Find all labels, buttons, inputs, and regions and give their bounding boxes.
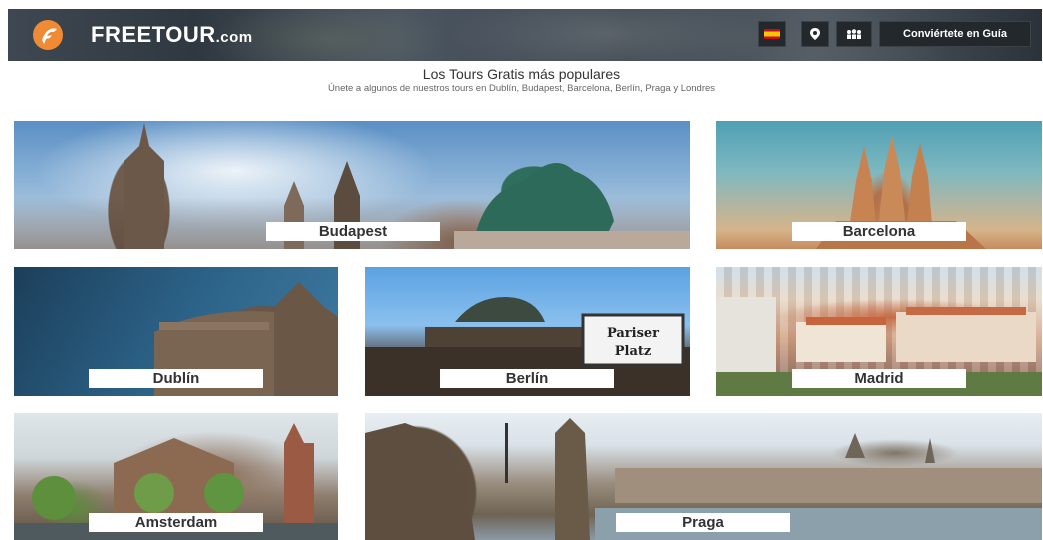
section-title: Los Tours Gratis más populares [422,66,621,82]
city-tile-amsterdam[interactable]: Amsterdam [14,413,338,540]
city-label: Dublín [89,369,263,388]
city-tile-berlin[interactable]: Pariser Platz Berlín [365,267,690,396]
city-tile-madrid[interactable]: Madrid [716,267,1042,396]
spain-flag-icon [764,29,780,39]
city-label: Amsterdam [89,513,263,532]
city-label: Madrid [792,369,966,388]
map-pin-icon [810,28,820,40]
section-subtitle: Únete a algunos de nuestros tours en Dub… [327,83,716,94]
city-tile-praga[interactable]: Praga [365,413,1042,540]
location-button[interactable] [801,21,829,47]
site-header: FREETOUR.com Conviértete en Guía [8,9,1042,61]
city-label: Barcelona [792,222,966,241]
city-label: Berlín [440,369,614,388]
city-tile-budapest[interactable]: Budapest [14,121,690,249]
brand-suffix: .com [215,29,253,46]
brand-name[interactable]: FREETOUR.com [91,22,253,48]
group-icon [847,29,861,39]
sign-line-1: Pariser [607,326,659,341]
become-guide-button[interactable]: Conviértete en Guía [879,21,1031,47]
city-label: Praga [616,513,790,532]
city-tile-barcelona[interactable]: Barcelona [716,121,1042,249]
language-button[interactable] [758,21,786,47]
groups-button[interactable] [836,21,872,47]
sign-line-2: Platz [615,344,652,359]
freetour-logo-icon[interactable] [33,20,63,50]
city-tile-dublin[interactable]: Dublín [14,267,338,396]
city-label: Budapest [266,222,440,241]
brand-text: FREETOUR [91,22,216,47]
